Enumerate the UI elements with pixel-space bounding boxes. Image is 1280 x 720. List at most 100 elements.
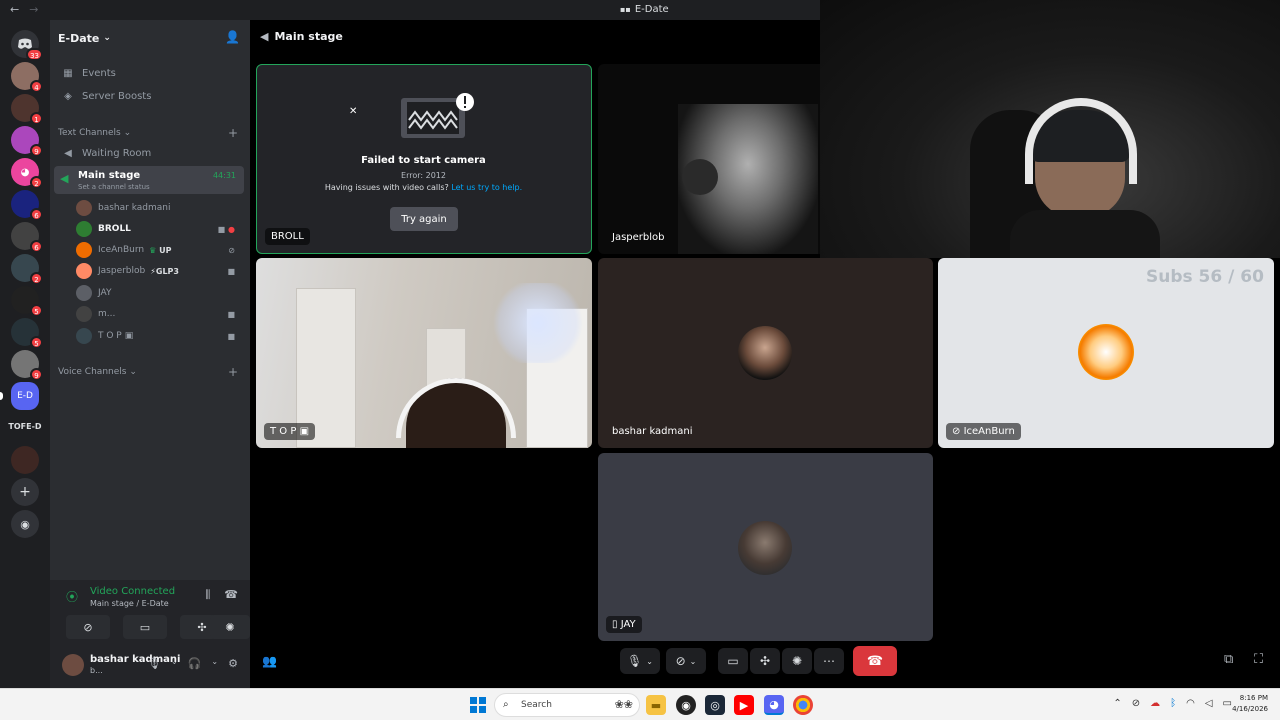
fullscreen-icon[interactable]: ⛶ — [1254, 652, 1263, 667]
server-badge: 6 — [30, 240, 43, 253]
microphone-icon: 🎙 — [627, 654, 643, 668]
chevron-up-icon[interactable]: ⌃ — [1113, 698, 1121, 709]
camera-button[interactable]: ⊘ ⌄ — [666, 648, 706, 674]
back-arrow-icon[interactable]: ← — [10, 3, 19, 16]
video-tile-jay[interactable]: ▯ JAY — [598, 453, 933, 641]
noise-suppression-icon[interactable]: ⫼ — [205, 588, 210, 602]
voice-member[interactable]: IceAnBurn ♛ UP ⊘ — [76, 240, 241, 260]
youtube-icon[interactable]: ▶ — [734, 695, 754, 715]
avatar — [1078, 324, 1134, 380]
screen-share-button[interactable]: ▭ — [718, 648, 748, 674]
server-folder-label: TOFE-D — [8, 422, 42, 431]
activities-button[interactable]: ✣ — [750, 648, 780, 674]
avatar — [738, 521, 792, 575]
more-options-button[interactable]: ⋯ — [814, 648, 844, 674]
try-again-button[interactable]: Try again — [390, 207, 458, 231]
server-badge: 9 — [30, 368, 43, 381]
connection-title[interactable]: Video Connected — [90, 586, 175, 597]
screen-share-button[interactable]: ▭ — [123, 615, 167, 639]
disconnect-icon[interactable]: ☎ — [224, 588, 238, 602]
file-explorer-icon[interactable]: ▬ — [646, 695, 666, 715]
soundboard-button[interactable]: ✺ — [782, 648, 812, 674]
start-tile — [470, 697, 477, 704]
body-shape — [1010, 210, 1160, 258]
start-tile — [479, 706, 486, 713]
camera-icon: ■ — [227, 331, 235, 341]
battery-icon[interactable]: ▭ — [1223, 698, 1232, 709]
microphone-icon[interactable]: 🎙 — [147, 657, 161, 670]
channel-main-stage[interactable]: ◀ Main stage Set a channel status 44:31 — [54, 166, 244, 194]
server-icon[interactable]: 9 — [11, 350, 43, 381]
steam-icon[interactable]: ◎ — [705, 695, 725, 715]
camera-off-icon: ⊘ — [83, 620, 93, 634]
soundboard-button[interactable]: ✺ — [210, 615, 250, 639]
server-icon[interactable]: ◕ 2 — [11, 158, 43, 189]
microphone-button[interactable]: 🎙 ⌄ — [620, 648, 660, 674]
sidebar-item-boosts[interactable]: ◈ Server Boosts — [54, 85, 244, 107]
server-header[interactable]: E-Date ⌄ 👤 — [50, 20, 250, 56]
camera-off-button[interactable]: ⊘ — [66, 615, 110, 639]
sidebar-item-events[interactable]: ▦ Events — [54, 62, 244, 84]
cloud-icon[interactable]: ☁ — [1150, 698, 1160, 709]
chrome-icon[interactable] — [793, 695, 813, 715]
headphones-shape — [1025, 98, 1137, 184]
add-server-icon[interactable]: + — [11, 478, 39, 506]
server-icon[interactable]: 1 — [11, 94, 43, 125]
channel-sidebar: E-Date ⌄ 👤 ▦ Events ◈ Server Boosts Text… — [50, 20, 250, 688]
server-icon[interactable]: 6 — [11, 190, 43, 221]
home-button[interactable]: 33 — [11, 30, 43, 61]
error-x-icon: ✕ — [349, 106, 358, 117]
server-icon[interactable]: 9 — [11, 126, 43, 157]
discover-icon[interactable]: ◉ — [11, 510, 39, 538]
avatar — [76, 306, 92, 322]
invite-member-icon[interactable]: 👥 — [262, 654, 277, 668]
add-channel-icon[interactable]: + — [228, 126, 238, 140]
server-icon[interactable]: 5 — [11, 318, 43, 349]
server-icon-edate[interactable]: E-D — [0, 382, 39, 410]
voice-member[interactable]: BROLL ■ ● — [76, 219, 241, 239]
voice-member[interactable]: T O P ▣ ■ — [76, 326, 241, 346]
connection-subtitle[interactable]: Main stage / E-Date — [90, 599, 169, 608]
server-icon[interactable]: 6 — [11, 222, 43, 253]
screen-share-icon: ▭ — [727, 654, 739, 668]
taskbar-search[interactable]: ⌕ Search ❀❀ — [494, 693, 640, 717]
bluetooth-icon[interactable]: ᛒ — [1170, 698, 1176, 709]
popout-icon[interactable]: ⧉ — [1224, 652, 1233, 667]
help-link[interactable]: Let us try to help. — [451, 183, 522, 192]
voice-member[interactable]: Jasperblob ⚡GLP3 ■ — [76, 261, 241, 281]
server-badge: 2 — [30, 176, 43, 189]
server-icon[interactable]: 5 — [11, 286, 43, 317]
app-icon[interactable]: ◉ — [676, 695, 696, 715]
avatar[interactable] — [62, 654, 84, 676]
voice-member[interactable]: m... ■ — [76, 304, 241, 324]
camera-icon: ■ ● — [217, 224, 235, 234]
voice-channels-category[interactable]: Voice Channels ⌄ — [58, 367, 137, 377]
windows-taskbar: ⌕ Search ❀❀ ▬ ◉ ◎ ▶ ◕ ⌃ ⊘ ☁ ᛒ ◠ ◁ ▭ 8:16… — [0, 688, 1280, 720]
video-tile-top[interactable]: T O P ▣ — [256, 258, 592, 448]
system-tray: ⌃ ⊘ ☁ ᛒ ◠ ◁ ▭ — [1113, 698, 1232, 709]
server-icon[interactable]: 2 — [11, 254, 43, 285]
discord-taskbar-icon[interactable]: ◕ — [764, 695, 784, 715]
channel-waiting-room[interactable]: ◀ Waiting Room — [54, 142, 244, 164]
network-off-icon[interactable]: ⊘ — [1132, 698, 1140, 709]
volume-icon[interactable]: ◁ — [1205, 698, 1213, 709]
server-icon[interactable]: 4 — [11, 62, 43, 93]
speaker-icon: ◀ — [260, 30, 269, 43]
video-tile-bashar[interactable]: bashar kadmani — [598, 258, 933, 448]
forward-arrow-icon[interactable]: → — [29, 3, 38, 16]
gear-icon[interactable]: ⚙ — [228, 657, 238, 670]
chevron-down-icon[interactable]: ⌄ — [171, 657, 178, 670]
windows-start-icon[interactable] — [470, 697, 486, 713]
wifi-icon[interactable]: ◠ — [1186, 698, 1195, 709]
text-channels-category[interactable]: Text Channels ⌄ — [58, 128, 131, 138]
voice-member[interactable]: bashar kadmani — [76, 198, 241, 218]
disconnect-button[interactable]: ☎ — [853, 646, 897, 676]
add-voice-channel-icon[interactable]: + — [228, 365, 238, 379]
invite-icon[interactable]: 👤 — [225, 30, 240, 44]
soundboard-icon: ✺ — [225, 620, 235, 634]
headphones-icon[interactable]: 🎧 — [188, 657, 202, 670]
taskbar-clock[interactable]: 8:16 PM 4/16/2026 — [1232, 693, 1268, 715]
voice-member[interactable]: JAY — [76, 283, 241, 303]
chevron-down-icon[interactable]: ⌄ — [211, 657, 218, 670]
server-icon[interactable] — [11, 446, 39, 474]
